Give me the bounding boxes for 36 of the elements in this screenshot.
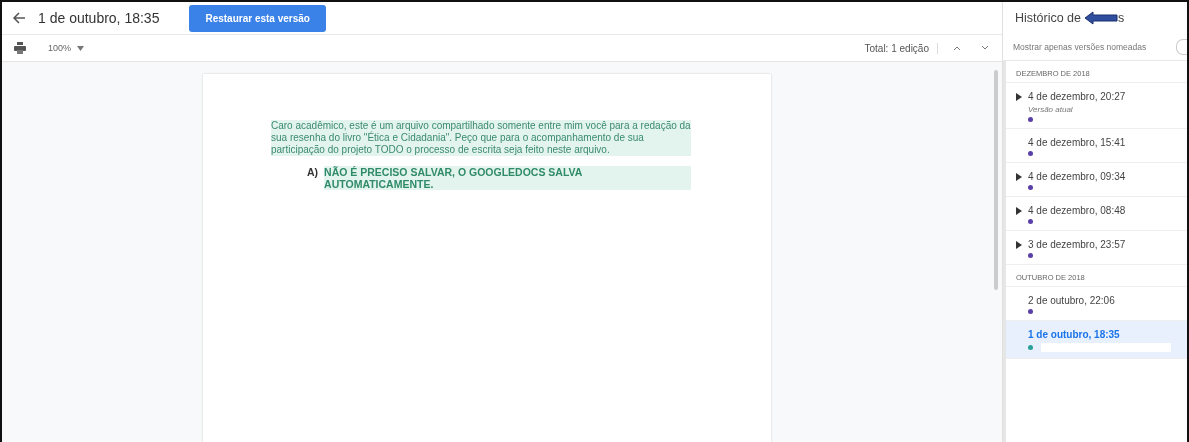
scrollbar[interactable] [994,70,998,290]
panel-title-end: s [1118,11,1125,25]
caret-icon [77,45,85,51]
version-date: 4 de dezembro, 08:48 [1028,205,1126,216]
version-item[interactable]: 1 de outubro, 18:35 [1006,321,1187,359]
expand-triangle-icon[interactable] [1016,241,1022,249]
expand-triangle-icon[interactable] [1016,93,1022,101]
version-date: 2 de outubro, 22:06 [1028,295,1115,306]
version-item[interactable]: 4 de dezembro, 15:41 [1006,129,1187,163]
document-paragraph: Caro acadêmico, este é um arquivo compartilhado somente entre mim você para a redação da sua resenha do livro "Ética e Cidadania". Peço que para o acompanhamento de sua participação do projeto TODO o processo de escrita seja feito neste arquivo. [271,120,691,156]
version-item[interactable]: 4 de dezembro, 09:34 [1006,163,1187,197]
version-subtitle: Versão atual [1028,105,1074,114]
list-marker: A) [307,166,319,180]
version-item[interactable]: 4 de dezembro, 20:27 Versão atual [1006,83,1187,129]
expand-triangle-icon[interactable] [1016,173,1022,181]
chevron-up-icon[interactable] [952,44,962,52]
edit-total: Total: 1 edição [864,42,938,54]
expand-triangle-icon[interactable] [1016,207,1022,215]
chevron-down-icon[interactable] [980,44,990,52]
filter-label: Mostrar apenas versões nomeadas [1013,42,1147,52]
version-title: 1 de outubro, 18:35 [38,10,160,26]
version-item[interactable]: 3 de dezembro, 23:57 [1006,231,1187,265]
version-date: 4 de dezembro, 15:41 [1028,137,1126,148]
version-date: 4 de dezembro, 09:34 [1028,171,1126,182]
print-icon[interactable] [14,42,26,54]
version-item[interactable]: 4 de dezembro, 08:48 [1006,197,1187,231]
named-versions-toggle[interactable] [1176,39,1187,55]
panel-title: Histórico de [1015,11,1081,25]
version-date: 1 de outubro, 18:35 [1028,329,1121,340]
zoom-dropdown[interactable]: 100% [42,42,91,54]
version-date: 4 de dezembro, 20:27 [1028,91,1126,102]
left-arrow-icon [1084,11,1118,25]
restore-button[interactable]: Restaurar esta versão [189,4,326,32]
version-date: 3 de dezembro, 23:57 [1028,239,1126,250]
back-arrow-icon[interactable] [12,11,26,25]
list-item-text: NÃO É PRECISO SALVAR, O GOOGLEDOCS SALVA AUTOMATICAMENTE. [324,166,691,190]
